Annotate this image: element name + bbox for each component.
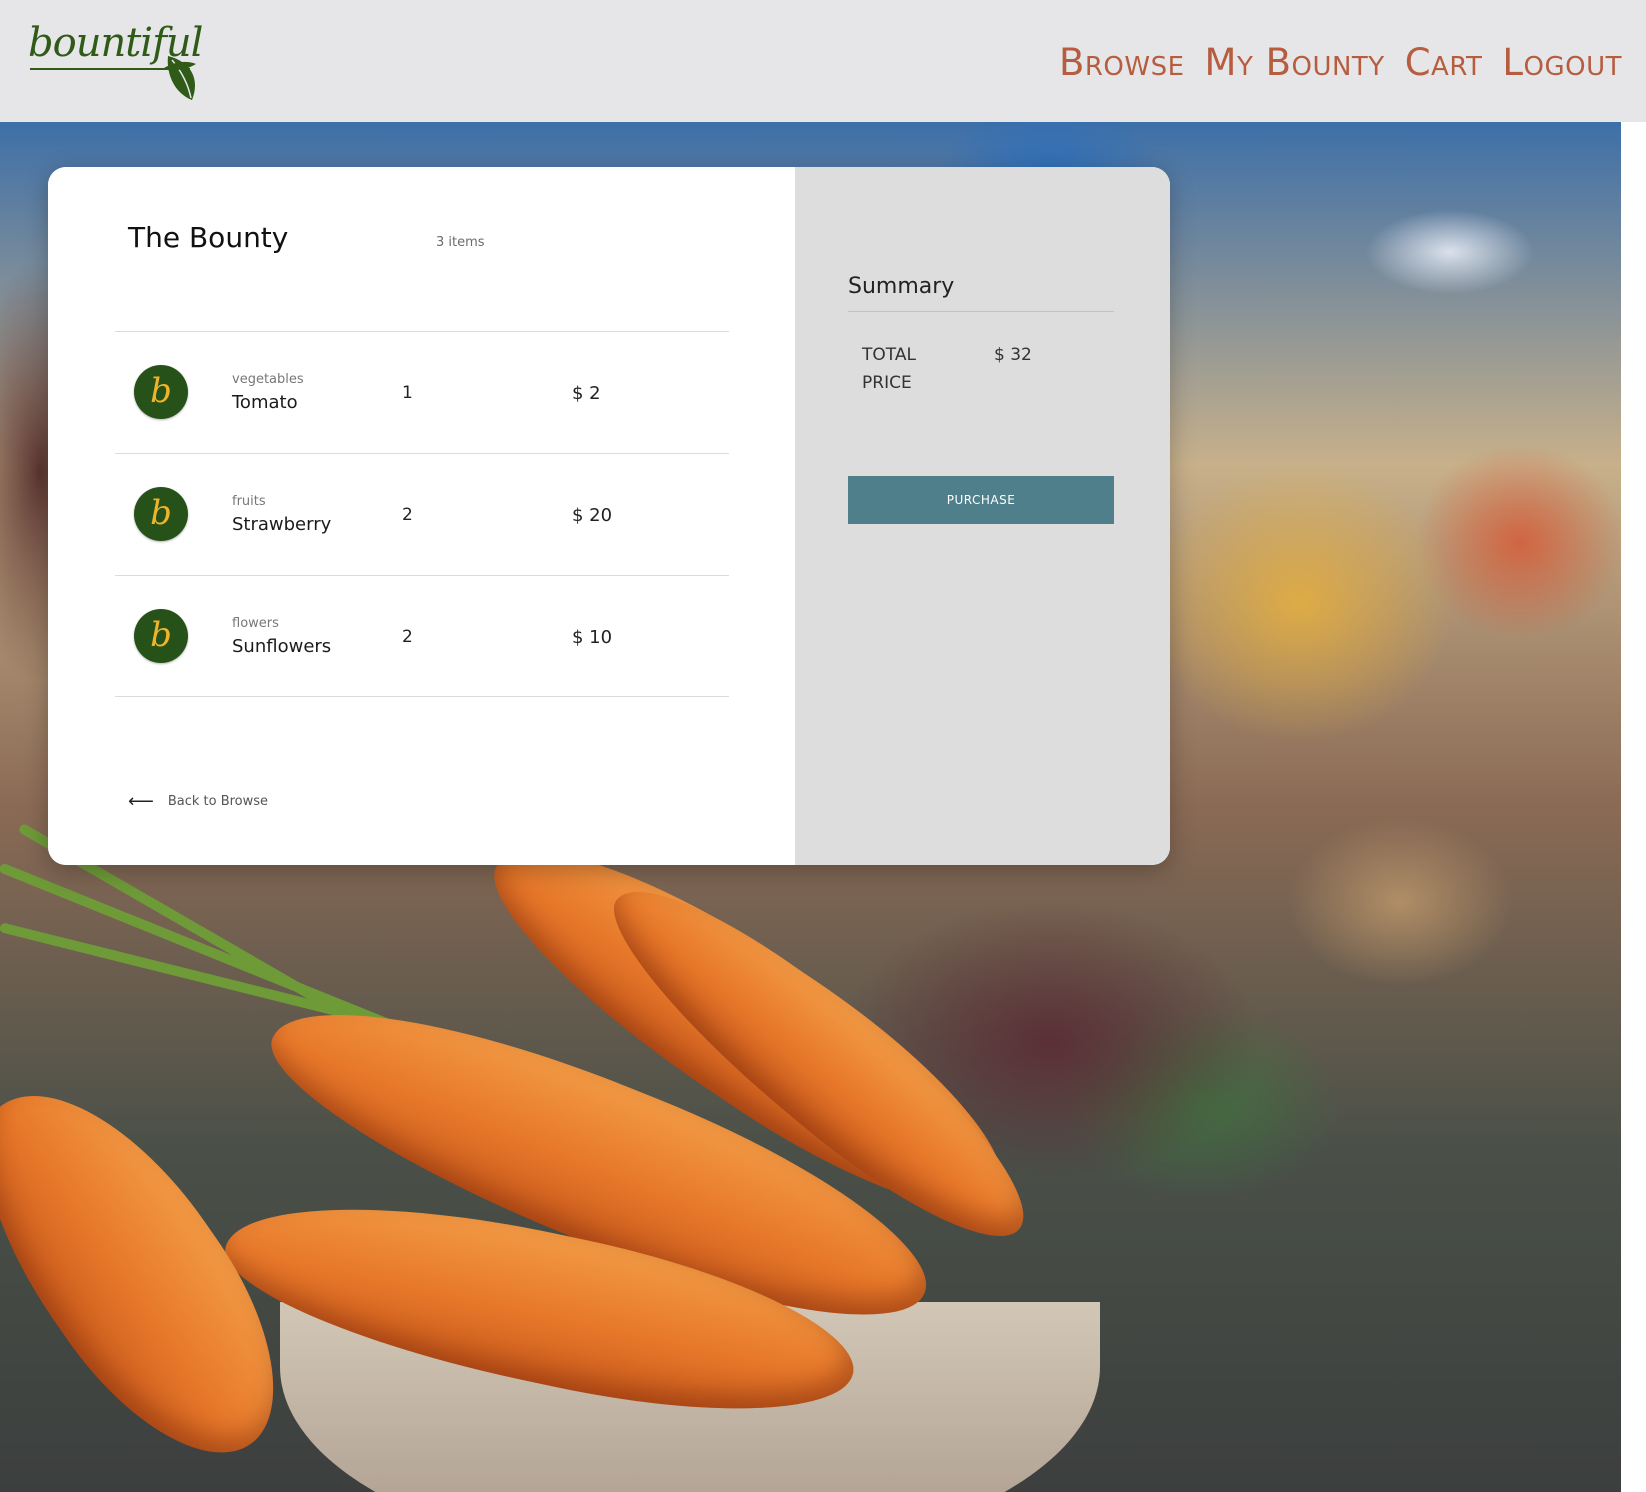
cart-item-list: b vegetables Tomato 1 $ 2 b fruits Straw… [115,331,729,697]
item-quantity: 1 [402,383,413,403]
item-category: flowers [232,616,279,631]
summary-title: Summary [848,274,955,299]
nav-logout[interactable]: Logout [1502,40,1622,86]
brand-b-icon: b [150,615,172,655]
cart-title: The Bounty [128,221,289,254]
back-to-browse-link[interactable]: ⟵ Back to Browse [128,791,268,812]
purchase-button[interactable]: PURCHASE [848,476,1114,524]
item-count: 3 items [436,235,485,250]
summary-panel: Summary TOTAL PRICE $ 32 PURCHASE [795,167,1170,865]
item-name: Tomato [232,392,298,413]
main-nav: Browse My Bounty Cart Logout [1059,40,1622,86]
cart-item[interactable]: b flowers Sunflowers 2 $ 10 [115,575,729,697]
item-category: fruits [232,494,266,509]
brand-logo[interactable]: bountiful [28,18,208,108]
top-header: bountiful Browse My Bounty Cart Logout [0,0,1646,122]
summary-divider [848,311,1114,312]
product-thumbnail: b [134,365,188,419]
page-edge [1621,122,1646,1492]
item-category: vegetables [232,372,304,387]
product-thumbnail: b [134,609,188,663]
item-name: Strawberry [232,514,332,535]
item-price: $ 2 [572,383,601,404]
item-price: $ 20 [572,505,613,526]
brand-b-icon: b [150,493,172,533]
cart-items-panel: The Bounty 3 items b vegetables Tomato 1… [48,167,795,865]
arrow-left-icon: ⟵ [128,791,154,812]
item-name: Sunflowers [232,636,332,657]
cart-card: The Bounty 3 items b vegetables Tomato 1… [48,167,1170,865]
back-to-browse-label: Back to Browse [167,794,269,809]
total-price-value: $ 32 [994,345,1032,365]
item-price: $ 10 [572,627,613,648]
cart-item[interactable]: b fruits Strawberry 2 $ 20 [115,453,729,575]
total-price-label: TOTAL PRICE [862,345,916,393]
brand-b-icon: b [150,371,172,411]
item-quantity: 2 [402,505,413,525]
cart-item[interactable]: b vegetables Tomato 1 $ 2 [115,331,729,453]
item-quantity: 2 [402,627,413,647]
leaf-icon [164,56,196,100]
nav-cart[interactable]: Cart [1405,40,1483,86]
nav-browse[interactable]: Browse [1059,40,1185,86]
nav-my-bounty[interactable]: My Bounty [1205,40,1385,86]
product-thumbnail: b [134,487,188,541]
